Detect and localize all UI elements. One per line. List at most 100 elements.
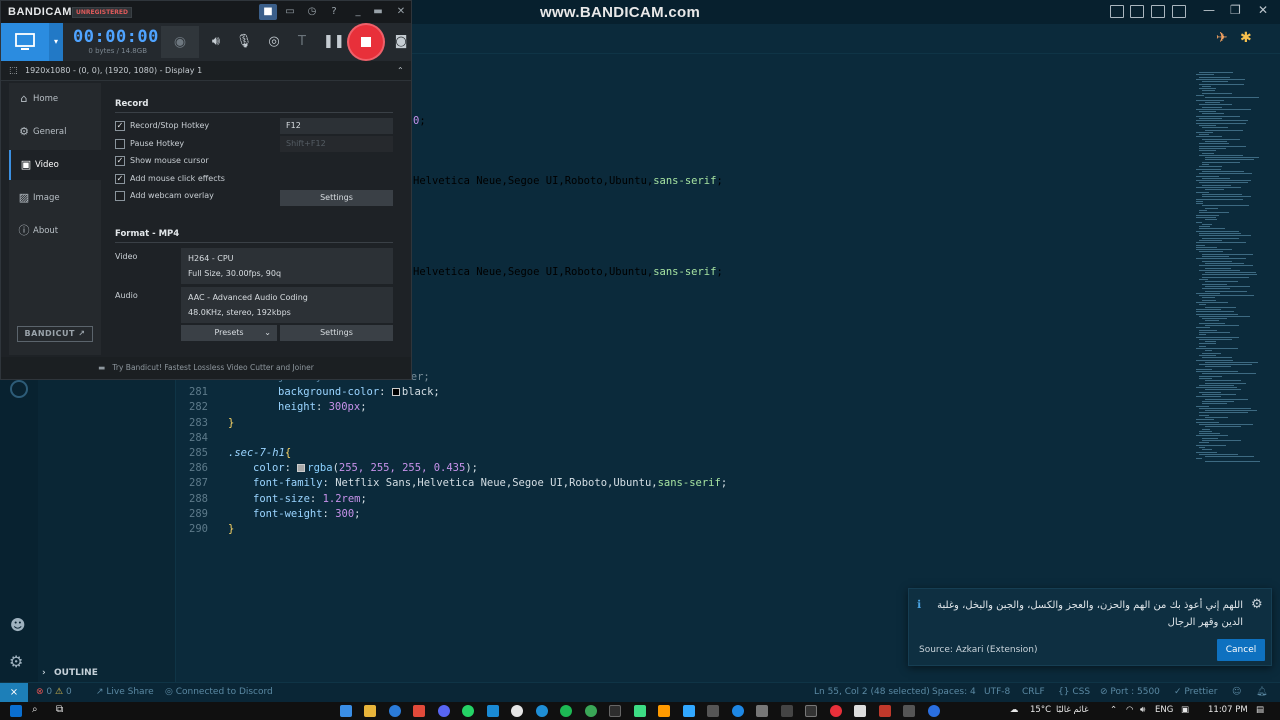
taskbar-app-icon[interactable] (707, 705, 719, 717)
clock[interactable]: 11:07 PM (1208, 705, 1248, 715)
taskbar-app-icon[interactable] (805, 705, 817, 717)
taskbar-app-icon[interactable] (756, 705, 768, 717)
edge-icon[interactable] (536, 705, 548, 717)
tray-chevron-icon[interactable]: ⌃ (1110, 705, 1117, 715)
notifications-icon[interactable]: 🔔︎ (1256, 687, 1267, 697)
record-hotkey-field[interactable]: F12 (280, 118, 393, 134)
taskbar-app-icon[interactable] (585, 705, 597, 717)
help-icon[interactable]: ? (325, 4, 343, 20)
taskbar-app-icon[interactable] (781, 705, 793, 717)
run-icon[interactable]: ✈ (1216, 30, 1228, 46)
whatsapp-icon[interactable] (462, 705, 474, 717)
microphone-icon[interactable]: 🎙︎ (234, 33, 254, 51)
input-language[interactable]: ENG (1155, 705, 1173, 715)
camera-snapshot-icon[interactable]: ◙ (391, 33, 411, 51)
indentation[interactable]: Spaces: 4 (932, 687, 976, 697)
bandicut-promo[interactable]: ▬ Try Bandicut! Fastest Lossless Video C… (1, 357, 411, 379)
notification-settings-gear-icon[interactable]: ⚙ (1251, 597, 1263, 612)
nav-item-general[interactable]: ⚙ General (9, 117, 101, 147)
lock-icon[interactable]: ■ (259, 4, 277, 20)
checkbox[interactable]: ✓ (115, 121, 125, 131)
discord-status[interactable]: ◎ Connected to Discord (165, 687, 273, 697)
feedback-icon[interactable]: ☺ (1232, 687, 1241, 697)
nav-item-image[interactable]: ▨ Image (9, 183, 101, 213)
bandicam-collapse-icon[interactable]: ▬ (369, 4, 387, 20)
vscode-icon[interactable] (487, 705, 499, 717)
taskbar-app-icon[interactable] (732, 705, 744, 717)
presets-button[interactable]: Presets ⌄ (181, 325, 277, 341)
illustrator-icon[interactable] (658, 705, 670, 717)
taskbar-app-icon[interactable] (928, 705, 940, 717)
bandicam-minimize-icon[interactable]: _ (349, 4, 367, 20)
minimize-icon[interactable]: — (1203, 3, 1215, 17)
live-server-port[interactable]: ⊘ Port : 5500 (1100, 687, 1160, 697)
remote-indicator-icon[interactable]: ⨯ (0, 683, 28, 703)
webcam-icon[interactable]: ◉ (161, 26, 199, 58)
debug-icon[interactable]: ✱ (1240, 30, 1252, 46)
screen-record-mode-button[interactable] (1, 23, 49, 61)
bandicam-taskbar-icon[interactable] (830, 705, 842, 717)
speaker-icon[interactable]: 🔊︎ (206, 33, 226, 51)
toggle-panel-icon[interactable] (1130, 5, 1144, 18)
taskbar-app-icon[interactable] (389, 705, 401, 717)
restore-icon[interactable]: ❐ (1230, 3, 1241, 17)
display-info-bar[interactable]: ⬚ 1920x1080 - (0, 0), (1920, 1080) - Dis… (1, 61, 411, 81)
task-view-icon[interactable]: ⧉ (56, 704, 63, 715)
clock-icon[interactable]: ◷ (303, 4, 321, 20)
encoding[interactable]: UTF-8 (984, 687, 1010, 697)
network-icon[interactable]: ◠ (1126, 705, 1133, 715)
problems-indicator[interactable]: ⊗ 0 ⚠ 0 (36, 687, 72, 697)
checkbox[interactable] (115, 191, 125, 201)
outline-section[interactable]: › OUTLINE (38, 664, 176, 682)
chrome-icon[interactable] (511, 705, 523, 717)
format-settings-button[interactable]: Settings (280, 325, 393, 341)
search-icon[interactable]: ⌕ (32, 704, 38, 715)
android-studio-icon[interactable] (634, 705, 646, 717)
record-button[interactable] (349, 25, 383, 59)
language-mode[interactable]: {} CSS (1058, 687, 1090, 697)
folder-icon[interactable]: ▭ (281, 4, 299, 20)
toggle-secondary-sidebar-icon[interactable] (1151, 5, 1165, 18)
weather-temp[interactable]: 15°C (1030, 705, 1051, 715)
pause-icon[interactable]: ❚❚ (323, 33, 345, 51)
source-control-icon[interactable] (10, 380, 28, 398)
spotify-icon[interactable] (560, 705, 572, 717)
live-share-button[interactable]: ↗ Live Share (96, 687, 154, 697)
checkbox[interactable]: ✓ (115, 156, 125, 166)
action-center-icon[interactable]: ▤ (1256, 705, 1264, 715)
nav-item-video[interactable]: ▣ Video (9, 150, 101, 180)
toggle-sidebar-icon[interactable] (1110, 5, 1124, 18)
unregistered-badge[interactable]: UNREGISTERED (72, 7, 132, 18)
taskbar-app-icon[interactable] (879, 705, 891, 717)
file-explorer-icon[interactable] (364, 705, 376, 717)
taskbar-app-icon[interactable] (903, 705, 915, 717)
checkbox[interactable]: ✓ (115, 173, 125, 184)
close-icon[interactable]: ✕ (1258, 3, 1268, 17)
weather-condition[interactable]: غائم غالبًا (1056, 705, 1089, 715)
bandicut-button[interactable]: BANDICUT ↗ (17, 326, 93, 342)
taskbar-app-icon[interactable] (854, 705, 866, 717)
video-format-box[interactable]: H264 - CPU Full Size, 30.00fps, 90q (181, 248, 393, 284)
chevron-up-icon[interactable]: ⌃ (397, 61, 404, 81)
taskbar-app-icon[interactable] (609, 705, 621, 717)
windows-start-icon[interactable] (10, 705, 22, 717)
taskbar-app-icon[interactable] (340, 705, 352, 717)
mode-dropdown-chevron-icon[interactable]: ▾ (49, 23, 63, 61)
prettier-status[interactable]: ✓ Prettier (1174, 687, 1218, 697)
weather-icon[interactable]: ☁ (1010, 705, 1019, 715)
taskbar-app-icon[interactable] (413, 705, 425, 717)
photoshop-icon[interactable] (683, 705, 695, 717)
nav-item-about[interactable]: ⓘ About (9, 216, 101, 246)
bandicam-close-icon[interactable]: ✕ (392, 4, 410, 20)
cancel-button[interactable]: Cancel (1217, 639, 1265, 661)
minimap[interactable] (1190, 54, 1270, 462)
manage-gear-icon[interactable]: ⚙ (9, 652, 23, 671)
record-settings-button[interactable]: Settings (280, 190, 393, 206)
mouse-cursor-icon[interactable]: ◎ (264, 33, 284, 51)
account-icon[interactable]: ☻ (10, 616, 26, 634)
tray-icon[interactable]: ▣ (1181, 705, 1189, 715)
customize-layout-icon[interactable] (1172, 5, 1186, 18)
nav-item-home[interactable]: ⌂ Home (9, 84, 101, 114)
audio-format-box[interactable]: AAC - Advanced Audio Coding 48.0KHz, ste… (181, 287, 393, 323)
volume-icon[interactable]: 🔊︎ (1140, 705, 1145, 715)
